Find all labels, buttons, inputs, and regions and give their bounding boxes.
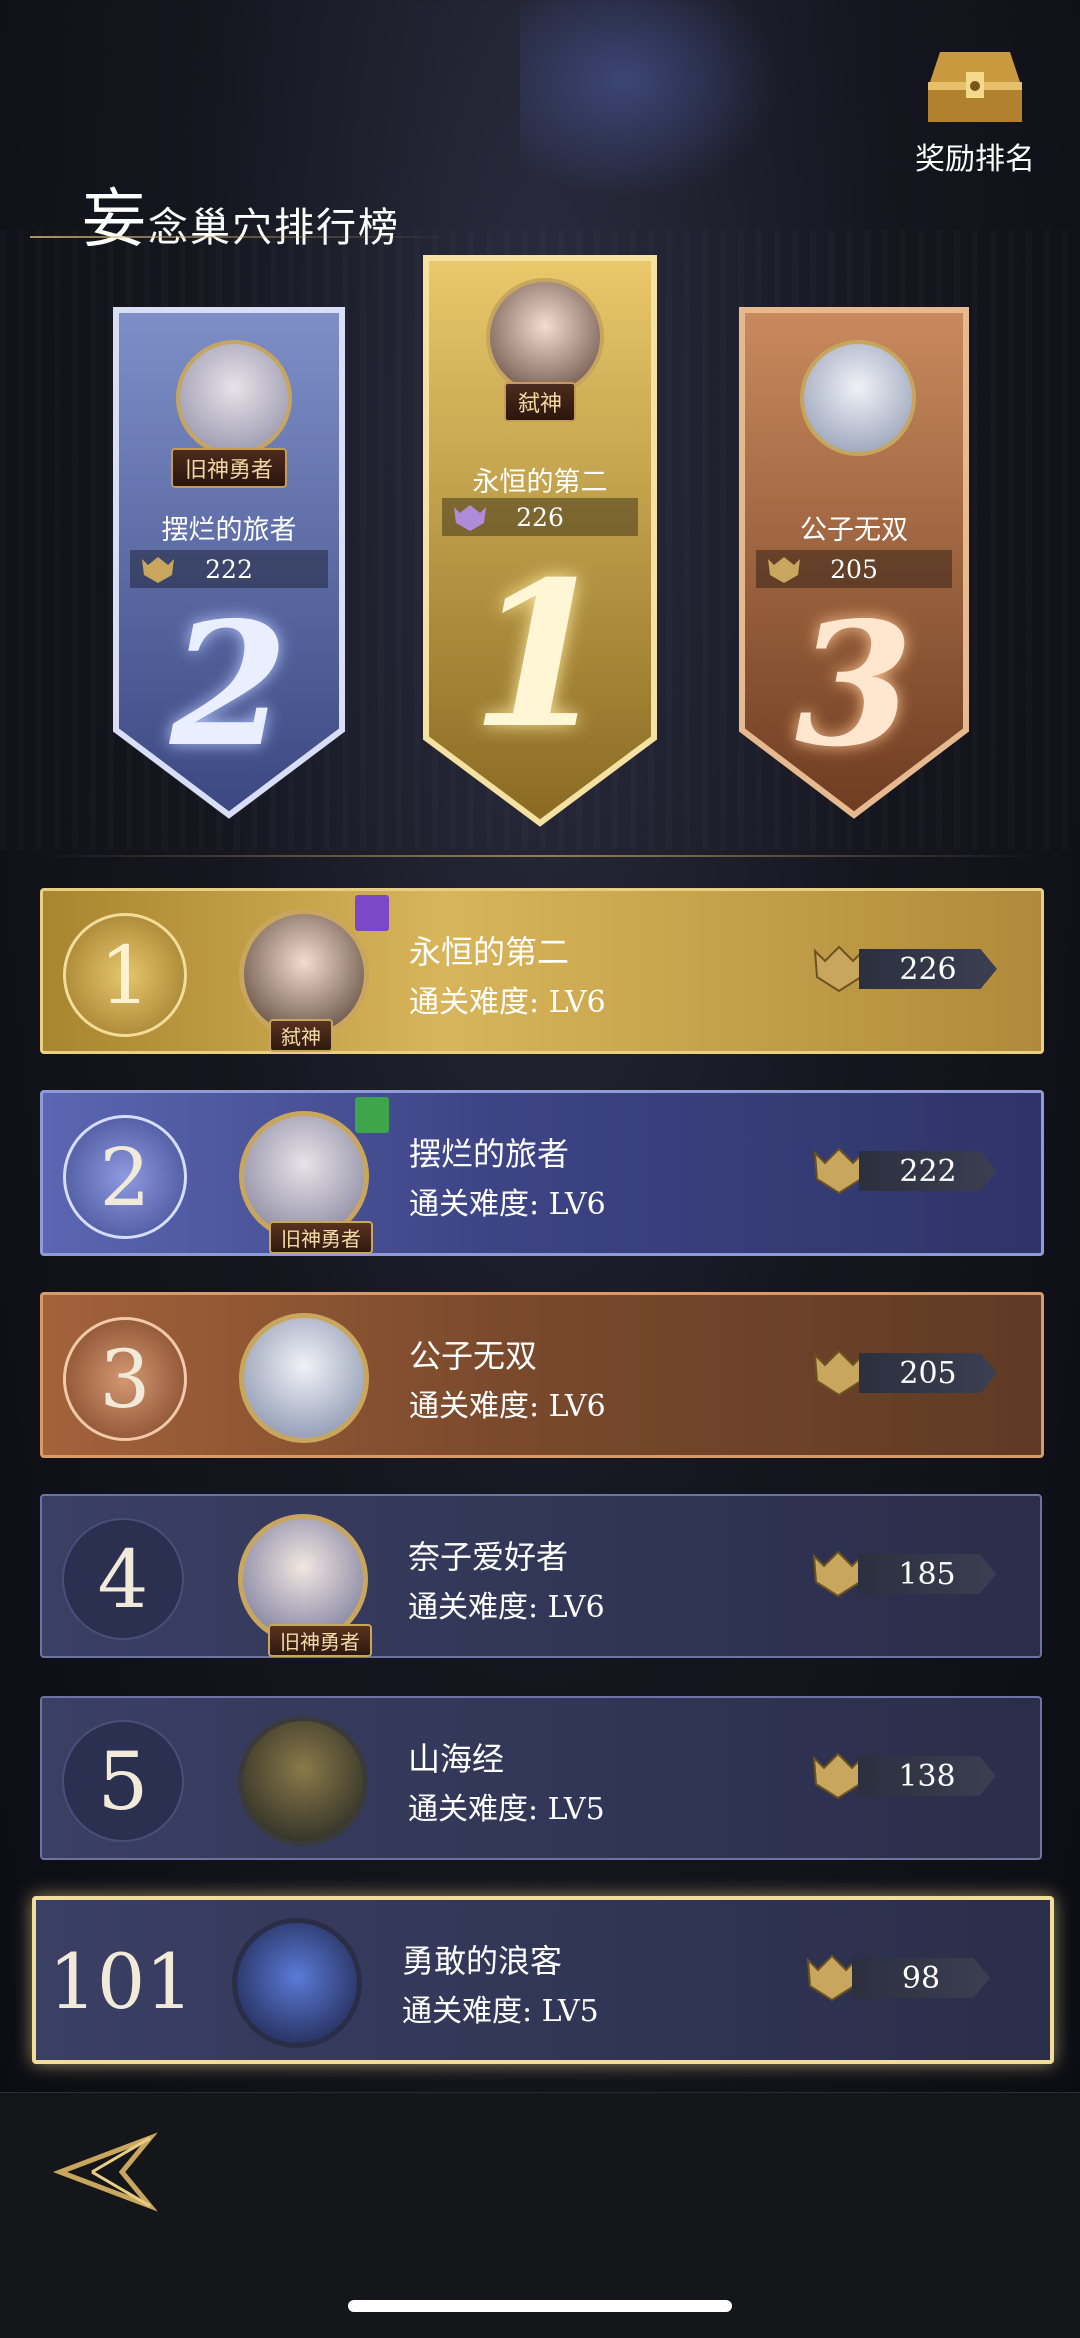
player-avatar <box>239 1313 369 1443</box>
ranking-row-3[interactable]: 3 公子无双 通关难度: LV6 205 <box>40 1292 1044 1458</box>
podium-divider <box>40 855 1040 857</box>
podium-second-place: 2 <box>169 585 289 785</box>
podium-third-avatar <box>800 340 916 456</box>
score-box: 226 <box>809 945 1003 993</box>
rank-number: 2 <box>63 1115 187 1239</box>
podium-first[interactable]: 弑神 永恒的第二 226 1 <box>420 248 660 828</box>
podium-second-tag: 旧神勇者 <box>170 448 288 488</box>
home-indicator[interactable] <box>348 2300 732 2312</box>
ranking-row-4[interactable]: 4 旧神勇者 奈子爱好者 通关难度: LV6 185 <box>40 1494 1042 1658</box>
score-value: 222 <box>859 1151 997 1191</box>
podium-first-scorebar: 226 <box>442 498 638 536</box>
podium-third[interactable]: 公子无双 205 3 <box>736 300 972 820</box>
clear-difficulty: 通关难度: LV6 <box>409 1187 606 1222</box>
rank-number: 4 <box>62 1518 184 1640</box>
podium-second-scorebar: 222 <box>130 550 328 588</box>
player-name: 奈子爱好者 <box>408 1538 569 1576</box>
ranking-row-2[interactable]: 2 旧神勇者 摆烂的旅者 通关难度: LV6 222 <box>40 1090 1044 1256</box>
page-title: 妄念巢穴排行榜 <box>82 168 400 260</box>
player-title-tag: 弑神 <box>269 1019 333 1052</box>
score-value: 138 <box>858 1756 996 1796</box>
crest-icon <box>454 505 486 531</box>
score-value: 205 <box>859 1353 997 1393</box>
score-box: 185 <box>808 1550 1002 1598</box>
ranking-row-1[interactable]: 1 弑神 永恒的第二 通关难度: LV6 226 <box>40 888 1044 1054</box>
podium-first-tag: 弑神 <box>503 382 577 422</box>
score-box: 138 <box>808 1752 1002 1800</box>
podium-first-avatar <box>486 278 604 396</box>
clear-difficulty: 通关难度: LV5 <box>402 1994 599 2029</box>
podium-first-name: 永恒的第二 <box>472 467 608 498</box>
podium-first-score: 226 <box>516 502 564 532</box>
player-avatar <box>232 1918 362 2048</box>
banner-badge-icon <box>355 895 389 931</box>
podium-second-score: 222 <box>205 554 253 584</box>
podium-third-place: 3 <box>794 585 914 785</box>
clear-difficulty: 通关难度: LV6 <box>408 1590 605 1625</box>
rank-number: 1 <box>63 913 187 1037</box>
podium-second[interactable]: 旧神勇者 摆烂的旅者 222 2 <box>110 300 348 820</box>
rank-number: 3 <box>63 1317 187 1441</box>
title-first-char: 妄 <box>82 183 148 257</box>
reward-ranking-button[interactable]: 奖励排名 <box>910 42 1040 178</box>
score-box: 98 <box>802 1954 996 2002</box>
podium-third-scorebar: 205 <box>756 550 952 588</box>
player-name: 勇敢的浪客 <box>402 1942 563 1980</box>
player-avatar <box>238 1716 368 1846</box>
reward-ranking-label: 奖励排名 <box>915 142 1035 177</box>
back-arrow-icon[interactable] <box>52 2124 162 2220</box>
podium-third-score: 205 <box>830 554 878 584</box>
treasure-chest-icon <box>928 52 1022 122</box>
rank-number: 101 <box>48 1936 194 2026</box>
player-name: 山海经 <box>408 1740 505 1778</box>
podium-second-avatar <box>176 340 292 456</box>
player-name: 公子无双 <box>409 1337 538 1375</box>
friends-badge-icon <box>355 1097 389 1133</box>
player-title-tag: 旧神勇者 <box>268 1624 372 1657</box>
crest-icon <box>768 557 800 583</box>
score-value: 98 <box>852 1958 990 1998</box>
player-name: 摆烂的旅者 <box>409 1135 570 1173</box>
podium-first-place: 1 <box>470 538 610 773</box>
podium-second-name: 摆烂的旅者 <box>161 515 297 546</box>
ranking-row-self[interactable]: 101 勇敢的浪客 通关难度: LV5 98 <box>32 1896 1054 2064</box>
title-rest: 念巢穴排行榜 <box>148 205 400 251</box>
score-value: 185 <box>858 1554 996 1594</box>
score-box: 222 <box>809 1147 1003 1195</box>
title-divider <box>30 236 450 238</box>
clear-difficulty: 通关难度: LV6 <box>409 1389 606 1424</box>
player-title-tag: 旧神勇者 <box>269 1221 373 1254</box>
rank-number: 5 <box>62 1720 184 1842</box>
background-glow <box>520 0 780 200</box>
score-box: 205 <box>809 1349 1003 1397</box>
score-value: 226 <box>859 949 997 989</box>
clear-difficulty: 通关难度: LV6 <box>409 985 606 1020</box>
clear-difficulty: 通关难度: LV5 <box>408 1792 605 1827</box>
crest-icon <box>142 557 174 583</box>
player-name: 永恒的第二 <box>409 933 570 971</box>
podium-third-name: 公子无双 <box>800 515 908 546</box>
ranking-row-5[interactable]: 5 山海经 通关难度: LV5 138 <box>40 1696 1042 1860</box>
